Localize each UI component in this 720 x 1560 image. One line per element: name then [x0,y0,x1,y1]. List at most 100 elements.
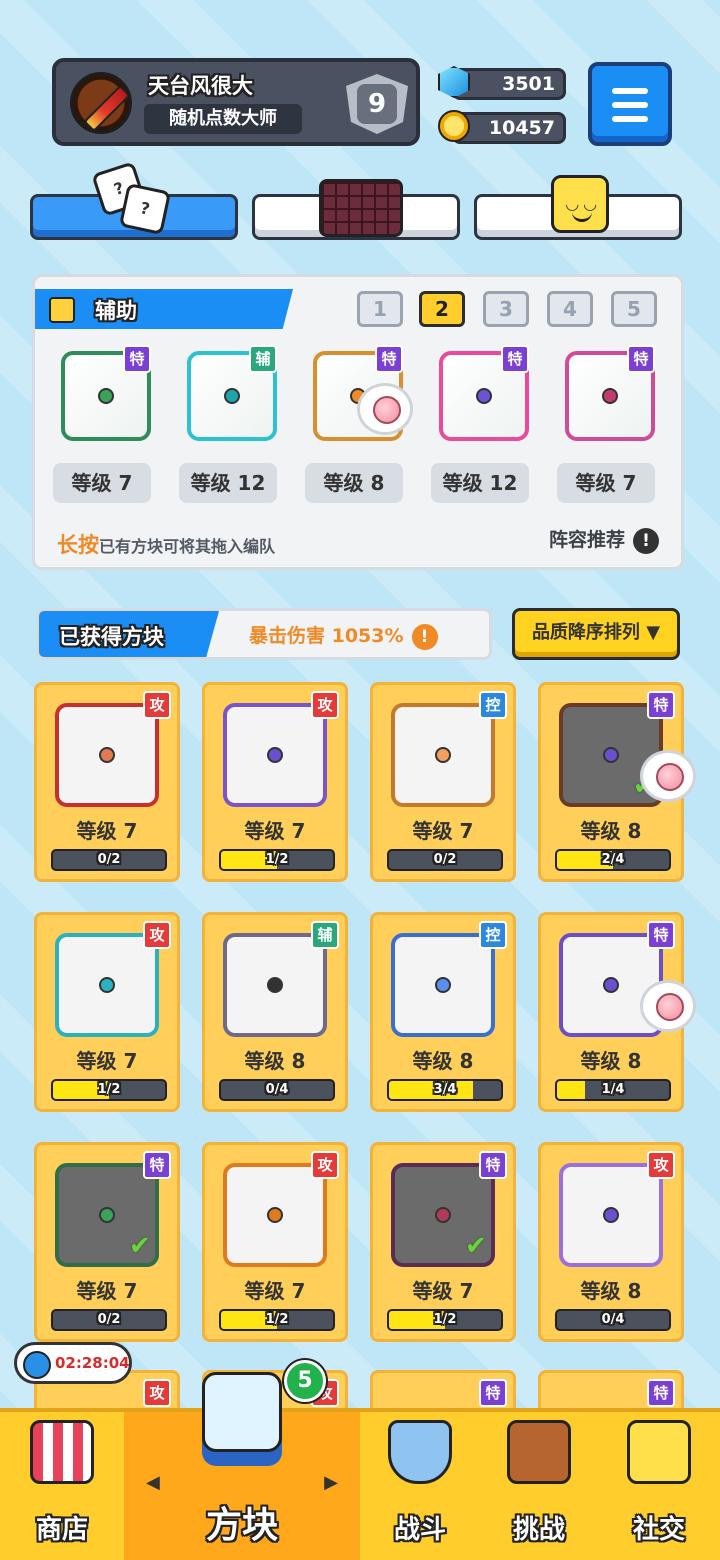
page-4-button[interactable]: 4 [547,291,593,327]
peach-bubble-icon [357,383,413,435]
dice-icon [55,933,159,1037]
board-grid-icon [319,179,403,237]
card-level: 等级 7 [244,1279,306,1303]
type-tag: 控 [479,691,507,719]
dice-card[interactable]: 控等级 7 0/2 [370,682,516,882]
type-tag: 辅 [249,345,277,373]
player-profile-card[interactable]: 天台风很大 随机点数大师 9 [52,58,420,146]
sort-dropdown[interactable]: 品质降序排列 ▼ [512,608,680,660]
rank-badge[interactable]: 9 [346,74,408,134]
assist-slot[interactable]: 特 [425,339,535,449]
progress-text: 3/4 [433,1082,457,1097]
dice-card[interactable]: 攻等级 7 1/2 [202,682,348,882]
dice-card[interactable]: 特等级 7 0/2 ✔ [34,1142,180,1342]
info-icon: ! [633,528,659,554]
dice-pip [224,388,240,404]
page-5-button[interactable]: 5 [611,291,657,327]
checkmark-icon: ✔ [465,1231,487,1261]
dice-pip [603,747,619,763]
slot-level: 等级 7 [557,463,655,503]
peach-bubble-icon [640,980,696,1032]
obtained-bar: 已获得方块 暴击伤害 1053%! [36,608,492,660]
type-tag: 特 [375,345,403,373]
assist-title: 辅助 [95,299,137,323]
nav-challenge[interactable]: 挑战 [480,1412,598,1560]
type-tag: 特 [647,691,675,719]
card-level: 等级 8 [244,1049,306,1073]
assist-header: 辅助 [35,289,293,329]
type-tag: 攻 [647,1151,675,1179]
tab-board[interactable] [252,179,460,240]
nav-battle-label: 战斗 [393,1515,446,1545]
pencil-icon[interactable] [49,297,75,323]
type-tag: 特 [501,345,529,373]
dice-pip [267,747,283,763]
upgrade-progress-bar: 0/2 [51,849,167,871]
slot-level: 等级 12 [431,463,529,503]
type-tag: 攻 [143,691,171,719]
progress-text: 1/2 [265,852,289,867]
slot-level: 等级 7 [53,463,151,503]
card-level: 等级 8 [412,1049,474,1073]
notification-badge: 5 [284,1360,326,1402]
type-tag: 控 [479,921,507,949]
card-level: 等级 7 [76,819,138,843]
nav-social-label: 社交 [632,1515,685,1545]
card-level: 等级 7 [412,819,474,843]
upgrade-progress-bar: 0/2 [387,849,503,871]
card-level: 等级 7 [412,1279,474,1303]
dice-card[interactable]: 攻等级 7 1/2 [34,912,180,1112]
assist-slot[interactable]: 特 [47,339,157,449]
dice-card[interactable]: 特等级 7 1/2 ✔ [370,1142,516,1342]
tab-dice[interactable]: ? ? [30,161,238,240]
nav-shop[interactable]: 商店 [0,1412,124,1560]
page-1-button[interactable]: 1 [357,291,403,327]
smiley-face-icon: ◡ ◡ [551,175,609,233]
card-level: 等级 7 [76,1279,138,1303]
dice-card[interactable]: 辅等级 8 0/4 [202,912,348,1112]
dice-icon [223,1163,327,1267]
upgrade-progress-bar: 1/2 [51,1079,167,1101]
player-avatar[interactable] [70,72,132,134]
type-tag: 特 [479,1379,507,1407]
dice-icon [55,703,159,807]
bottom-navigation: 商店 ◀ ▶ 方块 战斗 挑战 社交 [0,1372,720,1560]
progress-text: 0/2 [97,1312,121,1327]
menu-button[interactable] [588,62,672,146]
dice-pip [98,388,114,404]
tab-character[interactable]: ◡ ◡ [474,175,682,240]
dice-card[interactable]: 攻等级 7 1/2 [202,1142,348,1342]
nav-challenge-label: 挑战 [512,1515,565,1545]
assist-slot[interactable]: 特 [551,339,661,449]
hamburger-icon [612,88,648,94]
progress-text: 1/2 [433,1312,457,1327]
dice-card[interactable]: 攻等级 7 0/2 [34,682,180,882]
type-tag: 特 [647,921,675,949]
nav-social[interactable]: 社交 [598,1412,720,1560]
upgrade-progress-bar: 1/4 [555,1079,671,1101]
upgrade-progress-bar: 2/4 [555,849,671,871]
dice-pip [99,977,115,993]
progress-text: 1/2 [265,1312,289,1327]
dice-pair-icon: ? ? [91,161,172,237]
dice-card[interactable]: 控等级 8 3/4 [370,912,516,1112]
page-2-button[interactable]: 2 [419,291,465,327]
event-timer[interactable]: 02:28:04 [14,1342,132,1384]
nav-right-arrow[interactable]: ▶ [324,1472,338,1493]
nav-dice-label: 方块 [205,1505,278,1546]
dice-card[interactable]: 攻等级 8 0/4 [538,1142,684,1342]
assist-slot[interactable]: 辅 [173,339,283,449]
dice-icon [391,703,495,807]
nav-dice[interactable]: ◀ ▶ 方块 [124,1372,360,1560]
card-level: 等级 8 [580,1049,642,1073]
shield-sword-icon [388,1420,452,1484]
type-tag: 特 [479,1151,507,1179]
player-title: 随机点数大师 [144,104,302,134]
progress-text: 1/4 [601,1082,625,1097]
nav-left-arrow[interactable]: ◀ [146,1472,160,1493]
nav-battle[interactable]: 战斗 [360,1412,480,1560]
crit-damage-info[interactable]: 暴击伤害 1053%! [249,621,438,650]
progress-text: 0/2 [433,852,457,867]
lineup-recommend-button[interactable]: 阵容推荐! [549,525,659,554]
page-3-button[interactable]: 3 [483,291,529,327]
